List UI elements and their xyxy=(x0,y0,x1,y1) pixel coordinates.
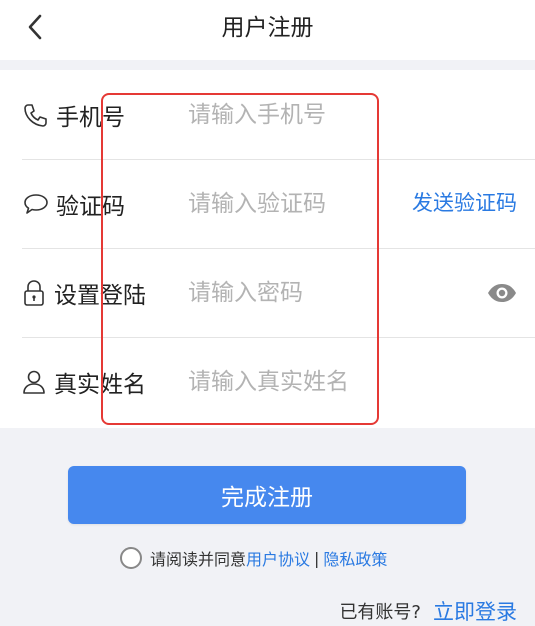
eye-icon[interactable] xyxy=(487,278,517,308)
agreement-row: 请阅读并同意 用户协议 | 隐私政策 xyxy=(120,544,387,572)
header-bar: 用户注册 xyxy=(0,0,535,60)
user-agreement-link[interactable]: 用户协议 xyxy=(246,546,310,570)
password-label: 设置登陆 xyxy=(54,282,146,309)
login-row: 已有账号? 立即登录 xyxy=(339,597,517,625)
agreement-separator: | xyxy=(314,548,320,568)
realname-input[interactable] xyxy=(188,337,418,426)
code-label: 验证码 xyxy=(56,193,125,220)
password-input[interactable] xyxy=(188,248,418,337)
lock-icon xyxy=(22,276,54,310)
realname-label: 真实姓名 xyxy=(54,371,146,398)
send-code-button[interactable]: 发送验证码 xyxy=(412,159,517,248)
phone-row: 手机号 xyxy=(22,70,535,160)
chat-bubble-icon xyxy=(22,187,56,221)
code-row: 验证码 发送验证码 xyxy=(22,159,535,249)
agree-prefix: 请阅读并同意 xyxy=(150,550,247,569)
phone-input[interactable] xyxy=(188,70,418,159)
page-title: 用户注册 xyxy=(221,15,314,41)
phone-icon xyxy=(22,98,56,132)
login-question: 已有账号? xyxy=(339,602,421,623)
password-row: 设置登陆 xyxy=(22,248,535,338)
phone-label: 手机号 xyxy=(56,104,125,131)
submit-button[interactable]: 完成注册 xyxy=(68,466,466,524)
agree-checkbox[interactable] xyxy=(120,547,142,569)
realname-row: 真实姓名 xyxy=(22,337,535,426)
privacy-policy-link[interactable]: 隐私政策 xyxy=(323,546,387,570)
user-icon xyxy=(22,365,54,399)
code-input[interactable] xyxy=(188,159,418,248)
registration-form: 手机号 验证码 发送验证码 设置登陆 真实姓名 xyxy=(0,70,535,428)
